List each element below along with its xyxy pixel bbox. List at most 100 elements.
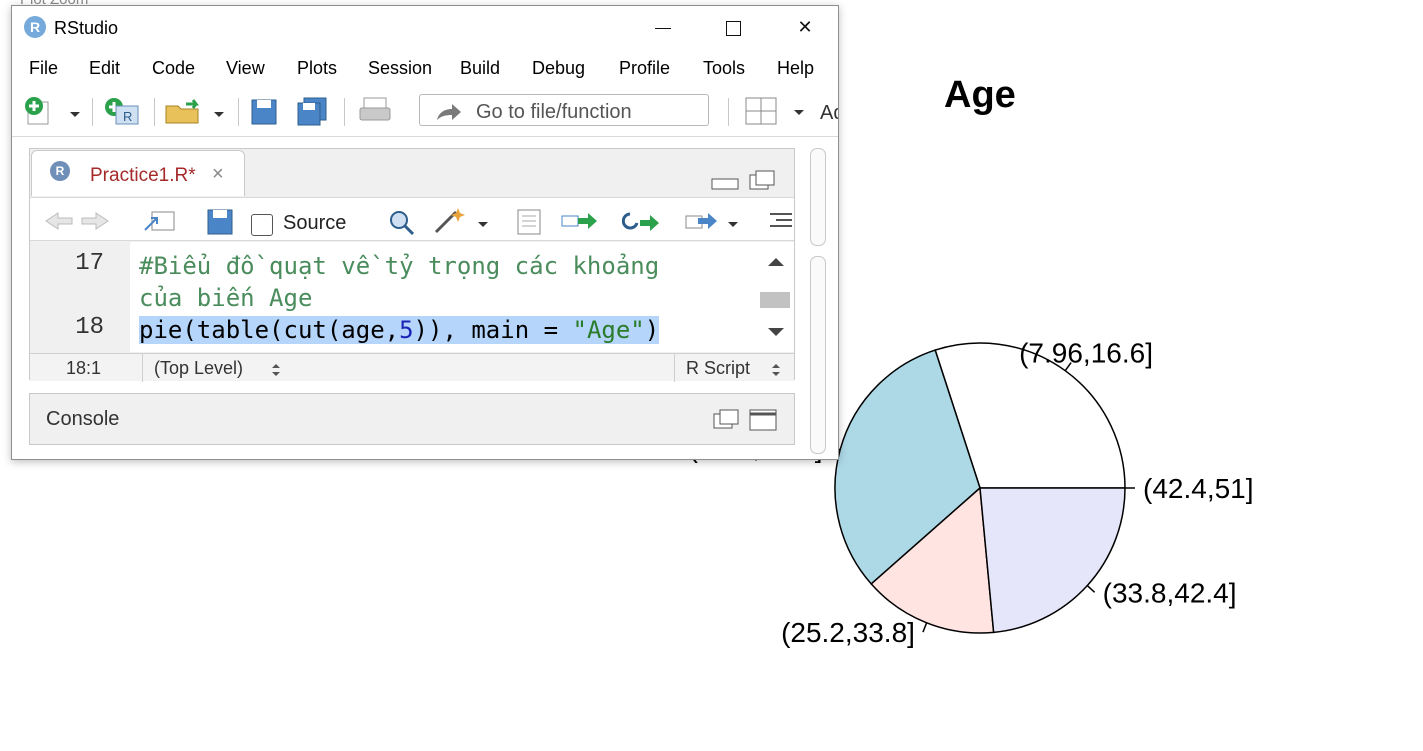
toolbar-divider — [344, 98, 345, 126]
save-button[interactable] — [250, 96, 280, 126]
pie-slice-label: (42.4,51] — [1143, 473, 1254, 504]
scroll-thumb — [760, 292, 790, 308]
source-pane: R Practice1.R* × Source 17 18 #Biểu đồ q… — [29, 148, 795, 382]
toolbar-divider — [238, 98, 239, 126]
updown-icon — [772, 364, 780, 376]
code-token-number: 5 — [399, 316, 414, 344]
rerun-button[interactable] — [622, 208, 662, 236]
minimize-icon — [655, 27, 671, 29]
main-toolbar: R Go to file/function A — [12, 88, 838, 137]
right-pane-scrollbar-lower[interactable] — [810, 256, 826, 454]
tab-practice1[interactable]: R Practice1.R* × — [31, 150, 245, 196]
new-file-button[interactable] — [22, 96, 86, 126]
pie-slice-label: (25.2,33.8] — [781, 617, 915, 648]
menu-code[interactable]: Code — [152, 58, 195, 79]
console-pane-controls — [713, 409, 777, 431]
code-editor[interactable]: 17 18 #Biểu đồ quạt về tỷ trọng các khoả… — [30, 242, 794, 352]
status-divider — [674, 354, 675, 382]
pane-controls — [711, 170, 775, 190]
compile-report-button[interactable] — [514, 208, 546, 236]
menu-session[interactable]: Session — [368, 58, 432, 79]
code-token: ) — [644, 316, 660, 344]
pie-slice-label: (33.8,42.4] — [1103, 577, 1237, 608]
right-pane-scrollbar[interactable] — [810, 148, 826, 246]
tab-label: Practice1.R* — [90, 165, 196, 186]
back-arrow-icon — [45, 212, 73, 230]
window-title: RStudio — [54, 18, 119, 38]
editor-status-bar: 18:1 (Top Level) R Script — [30, 353, 794, 382]
menu-build[interactable]: Build — [460, 58, 500, 79]
pie-slice — [979, 487, 1126, 634]
pie-label-tick — [1086, 585, 1096, 593]
source-on-save-label: Source — [283, 212, 347, 234]
save-all-button[interactable] — [296, 96, 330, 126]
workspace-panes-button[interactable] — [744, 96, 816, 126]
chevron-down-icon — [728, 222, 738, 227]
console-label: Console — [46, 408, 120, 430]
run-arrow-icon — [578, 213, 597, 229]
chevron-down-icon — [70, 112, 80, 117]
go-to-file-input[interactable]: Go to file/function — [419, 94, 709, 126]
new-project-button[interactable]: R — [102, 96, 142, 126]
file-type-selector[interactable]: R Script — [686, 358, 750, 379]
code-token: )), main = — [413, 316, 573, 344]
go-to-arrow-icon — [437, 104, 461, 120]
menu-help[interactable]: Help — [777, 58, 814, 79]
rstudio-window: R RStudio ✕ File Edit Code View Plots Se… — [11, 5, 839, 460]
search-icon — [390, 211, 408, 229]
menu-edit[interactable]: Edit — [89, 58, 120, 79]
tab-close-icon[interactable]: × — [212, 163, 224, 186]
document-outline-button[interactable] — [766, 210, 796, 232]
addins-button[interactable]: Ad — [820, 102, 838, 125]
notebook-icon — [517, 209, 541, 235]
editor-toolbar: Source — [30, 197, 794, 241]
run-button[interactable] — [560, 208, 600, 236]
code-token: pie(table(cut(age, — [139, 316, 400, 344]
menu-profile[interactable]: Profile — [619, 58, 670, 79]
r-project-icon: R — [123, 109, 132, 124]
chevron-down-icon — [214, 112, 224, 117]
minimize-pane-icon — [711, 178, 739, 190]
menu-bar: File Edit Code View Plots Session Build … — [12, 50, 838, 84]
menu-debug[interactable]: Debug — [532, 58, 585, 79]
editor-scrollbar[interactable] — [758, 242, 794, 352]
maximize-button[interactable] — [710, 10, 756, 44]
updown-icon — [272, 364, 280, 376]
line-number-gutter: 17 18 — [30, 242, 130, 352]
code-token-string: "Age" — [572, 316, 645, 344]
scroll-up-icon — [768, 258, 784, 266]
code-comment-line: #Biểu đồ quạt về tỷ trọng các khoảng — [139, 252, 660, 280]
outline-icon — [770, 213, 792, 227]
rstudio-logo-icon: R — [24, 16, 46, 38]
code-tools-button[interactable] — [432, 206, 492, 236]
code-line-selected: pie(table(cut(age,5)), main = "Age") — [139, 316, 660, 344]
show-in-window-button[interactable] — [142, 208, 178, 234]
chevron-down-icon — [478, 222, 488, 227]
chevron-down-icon — [794, 110, 804, 115]
line-number: 18 — [75, 314, 104, 341]
menu-file[interactable]: File — [29, 58, 58, 79]
print-button[interactable] — [358, 96, 394, 126]
scope-selector[interactable]: (Top Level) — [154, 358, 243, 379]
forward-arrow-icon — [81, 212, 109, 230]
close-button[interactable]: ✕ — [782, 10, 828, 44]
menu-plots[interactable]: Plots — [297, 58, 337, 79]
go-to-file-placeholder: Go to file/function — [476, 101, 632, 123]
scrollbar-controls — [760, 258, 790, 336]
menu-view[interactable]: View — [226, 58, 265, 79]
toolbar-divider — [728, 98, 729, 126]
source-menu-button[interactable] — [684, 208, 744, 236]
save-file-button[interactable] — [206, 208, 236, 236]
find-replace-button[interactable] — [386, 208, 420, 236]
line-number: 17 — [75, 250, 104, 277]
menu-tools[interactable]: Tools — [703, 58, 745, 79]
back-forward-arrows — [45, 212, 109, 230]
title-bar: R RStudio ✕ — [12, 6, 838, 48]
r-file-icon: R — [50, 161, 70, 181]
open-file-button[interactable] — [164, 96, 230, 126]
source-on-save-checkbox[interactable] — [251, 214, 273, 236]
code-comment-line: của biến Age — [139, 284, 313, 312]
minimize-button[interactable] — [640, 10, 686, 44]
pie-slice-label: (7.96,16.6] — [1019, 338, 1153, 369]
console-pane[interactable]: Console — [29, 393, 795, 445]
